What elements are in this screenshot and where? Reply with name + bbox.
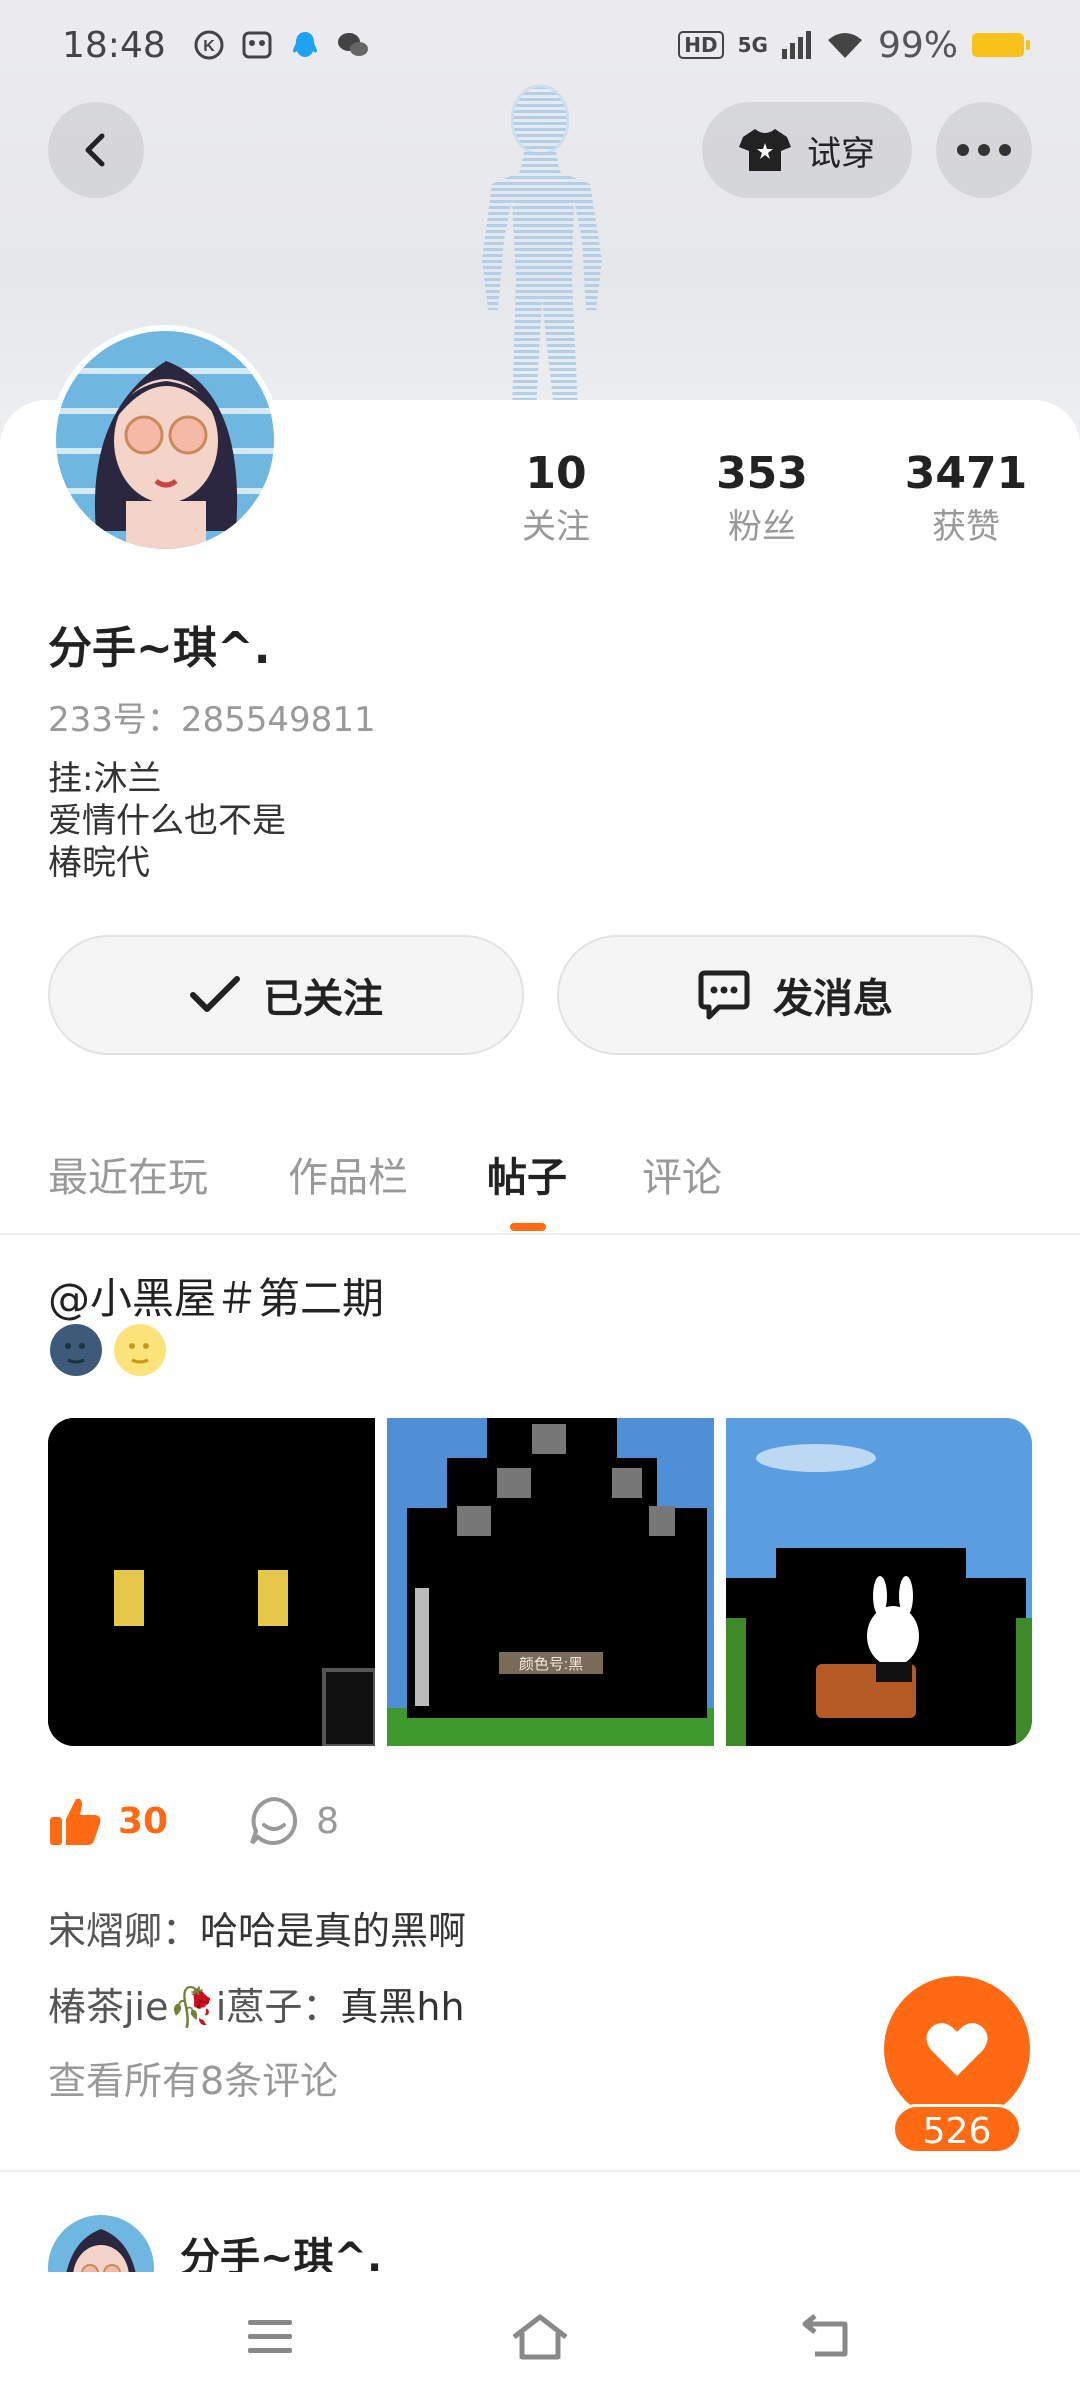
comment-text: 真黑hh (340, 1985, 465, 2029)
bio-line: 挂:沐兰 (48, 759, 162, 799)
system-nav-bar (0, 2272, 1080, 2400)
stat-value: 10 (525, 448, 587, 499)
stat-label: 获赞 (932, 507, 1000, 547)
stat-label: 关注 (522, 507, 590, 547)
try-on-button[interactable]: 试穿 (702, 102, 912, 198)
more-dots-icon (957, 144, 1011, 156)
nav-menu-button[interactable] (230, 2302, 310, 2372)
battery-percent: 99% (877, 24, 958, 66)
tshirt-icon (739, 129, 791, 171)
send-message-button[interactable]: 发消息 (557, 935, 1033, 1055)
thumb-sign-text: 颜色号:黑 (519, 1656, 583, 1673)
like-count: 30 (118, 1800, 169, 1842)
comment-text: 哈哈是真的黑啊 (200, 1909, 467, 1953)
nav-home-button[interactable] (500, 2302, 580, 2372)
avatar-3d-figure (482, 84, 602, 410)
wechat-icon (336, 28, 370, 62)
more-options-button[interactable] (936, 102, 1032, 198)
stat-value: 3471 (904, 448, 1028, 499)
post-image[interactable] (48, 1418, 375, 1746)
try-on-label: 试穿 (807, 133, 875, 174)
bio-line: 爱情什么也不是 (48, 801, 286, 841)
profile-avatar[interactable] (50, 325, 280, 555)
message-bubble-icon (698, 970, 750, 1020)
send-message-label: 发消息 (773, 976, 893, 1022)
svg-text:K: K (203, 38, 215, 55)
stat-value: 353 (716, 448, 808, 499)
tab-works[interactable]: 作品栏 (288, 1145, 408, 1203)
active-tab-indicator (510, 1223, 546, 1231)
post-image[interactable]: 颜色号:黑 (387, 1418, 714, 1746)
wifi-icon (827, 33, 862, 58)
home-icon (512, 2314, 568, 2360)
following-button[interactable]: 已关注 (48, 935, 524, 1055)
comment-author: 椿茶jie🥀i蒽子 (48, 1985, 303, 2029)
avatar-image (56, 331, 274, 549)
status-time: 18:48 (62, 24, 166, 66)
profile-bio: 挂:沐兰 爱情什么也不是 椿晥代 (48, 758, 286, 884)
stat-followers[interactable]: 353 粉丝 (682, 445, 842, 551)
profile-uid: 233号：285549811 (48, 700, 376, 740)
tab-recently-played[interactable]: 最近在玩 (48, 1145, 208, 1203)
comment-button[interactable]: 8 (248, 1795, 339, 1847)
post-emojis (48, 1322, 168, 1378)
comment-separator: ： (162, 1909, 201, 1953)
comment-author: 宋熠卿 (48, 1909, 163, 1953)
heart-icon (926, 2023, 988, 2076)
comment-separator: ： (302, 1985, 341, 2029)
network-label: 5G (737, 33, 768, 57)
post-image[interactable] (726, 1418, 1032, 1746)
back-arrow-icon (802, 2314, 848, 2357)
like-fab-button[interactable] (884, 1976, 1030, 2122)
tab-comments[interactable]: 评论 (642, 1145, 722, 1203)
view-all-comments-link[interactable]: 查看所有8条评论 (48, 2050, 338, 2105)
fab-like-count: 526 (892, 2104, 1022, 2154)
comment-item[interactable]: 椿茶jie🥀i蒽子：真黑hh (48, 1976, 465, 2031)
bio-line: 椿晥代 (48, 843, 150, 883)
game-app-icon (240, 28, 274, 62)
signal-icon (781, 31, 811, 59)
comment-count: 8 (316, 1800, 340, 1842)
battery-icon (972, 33, 1030, 57)
qq-icon (288, 28, 322, 62)
following-label: 已关注 (263, 976, 383, 1022)
menu-icon (248, 2320, 292, 2353)
stat-following[interactable]: 10 关注 (476, 445, 636, 551)
post-divider (0, 2170, 1080, 2172)
tab-posts[interactable]: 帖子 (487, 1145, 567, 1203)
like-button[interactable]: 30 (48, 1795, 168, 1847)
full-moon-face-emoji-icon (114, 1324, 166, 1376)
post-actions: 30 8 (48, 1795, 339, 1847)
post-images: 颜色号:黑 (48, 1418, 1032, 1746)
new-moon-face-emoji-icon (50, 1324, 102, 1376)
back-button[interactable] (48, 102, 144, 198)
comment-bubble-icon (250, 1796, 298, 1845)
post-title[interactable]: @小黑屋＃第二期 (48, 1265, 384, 1326)
chevron-left-icon (85, 133, 105, 167)
profile-tabs: 最近在玩 作品栏 帖子 评论 (0, 1135, 1080, 1235)
stat-likes-received[interactable]: 3471 获赞 (886, 445, 1046, 551)
checkmark-icon (190, 976, 240, 1012)
nav-back-button[interactable] (786, 2302, 866, 2372)
status-bar: 18:48 K HD 5G 99% (0, 0, 1080, 90)
profile-name: 分手~琪^. (48, 623, 271, 674)
hd-icon: HD (678, 31, 724, 59)
thumbs-up-icon (50, 1798, 101, 1845)
stat-label: 粉丝 (728, 507, 796, 547)
k-app-icon: K (192, 28, 226, 62)
comment-item[interactable]: 宋熠卿：哈哈是真的黑啊 (48, 1900, 466, 1955)
